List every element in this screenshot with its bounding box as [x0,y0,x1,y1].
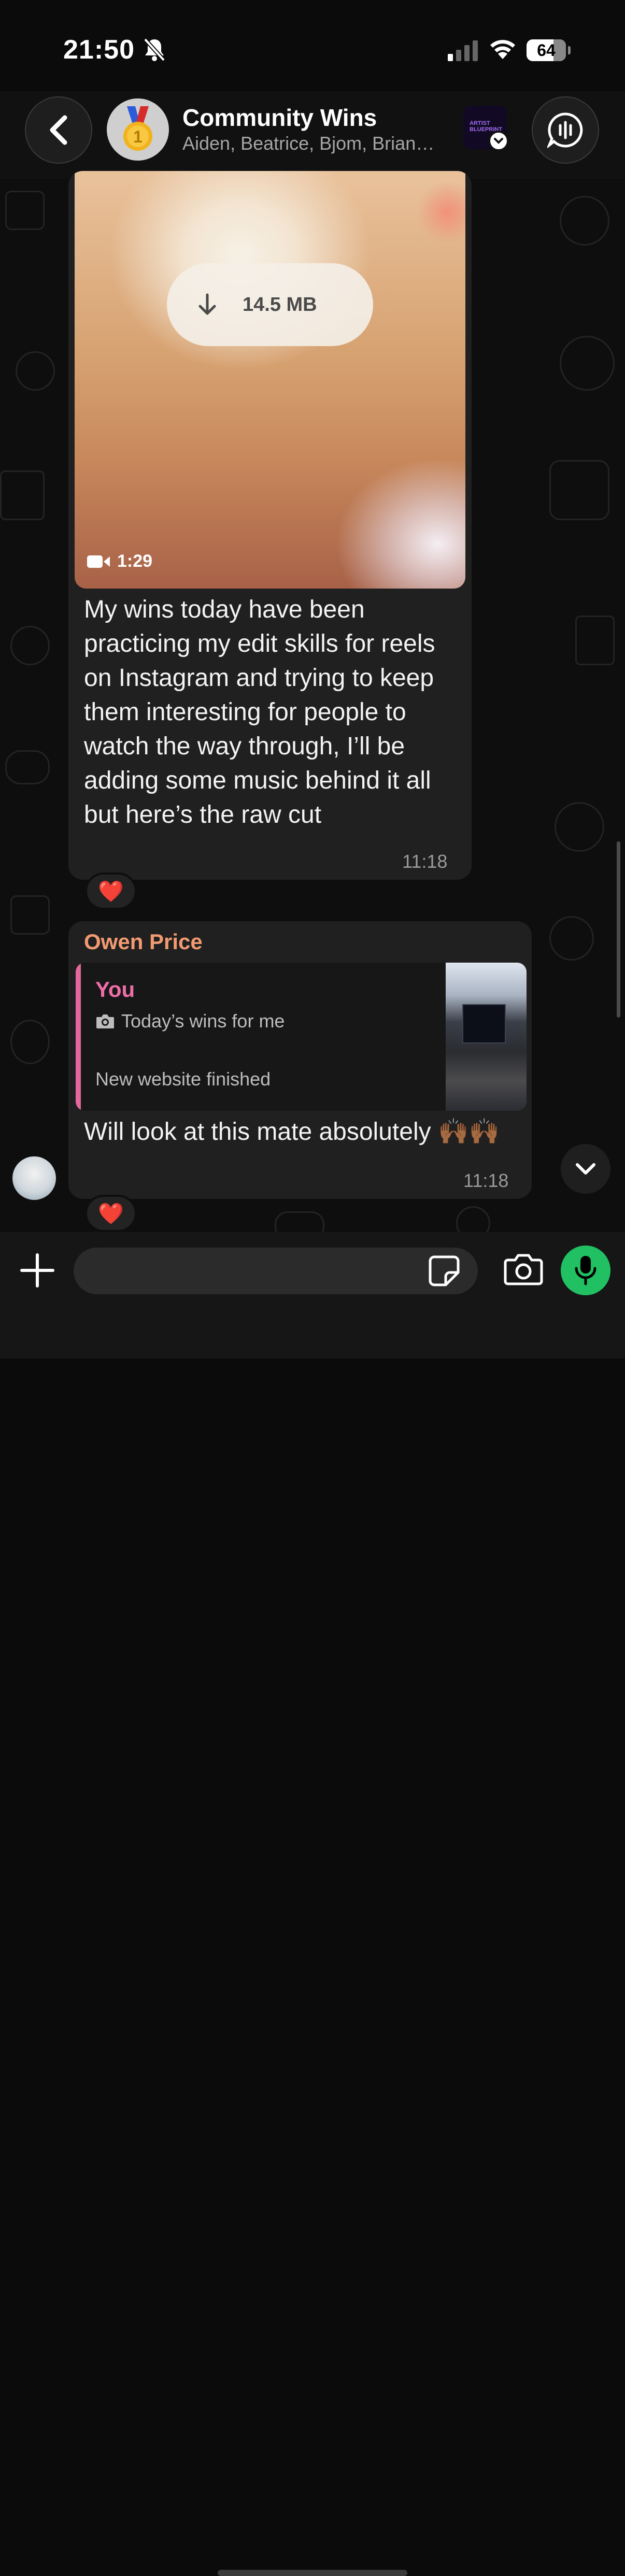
camera-icon [504,1254,543,1285]
muted-bell-icon [143,37,166,65]
video-meta: 1:29 [87,551,152,571]
battery-indicator: 64 [527,39,571,61]
sticker-button[interactable] [428,1255,460,1290]
chevron-down-icon [488,131,507,149]
medal-icon: 1 [123,106,152,151]
reaction-badge[interactable]: ❤️ [85,872,137,910]
message-text: Will look at this mate absolutely 🙌🏾🙌🏾 [84,1118,500,1146]
voice-chat-button[interactable] [532,96,599,164]
scroll-indicator[interactable] [617,841,620,1018]
message-text: My wins today have been practicing my ed… [84,596,435,828]
heart-reaction: ❤️ [98,880,124,903]
message-input[interactable] [74,1248,478,1294]
camera-button[interactable] [504,1253,543,1289]
chevron-down-icon [576,1163,595,1175]
sticker-icon [429,1255,460,1286]
quote-thumbnail [446,963,527,1111]
svg-text:1: 1 [133,127,143,146]
attach-button[interactable] [18,1248,57,1292]
back-chevron-icon [50,115,67,145]
quote-bar [76,963,81,1111]
back-button[interactable] [25,96,92,164]
quote-text: Today’s wins for me [121,1010,285,1032]
video-duration: 1:29 [117,551,153,571]
voice-chat-icon [547,112,583,148]
video-message-bubble[interactable]: 14.5 MB 1:29 My wins today have been pra… [68,171,472,880]
message-time: 11:18 [402,851,448,872]
scroll-down-button[interactable] [561,1144,610,1194]
home-indicator [218,2570,407,2576]
quote-line1: Today’s wins for me [95,1010,285,1032]
wifi-icon [489,38,516,63]
sender-name[interactable]: Owen Price [84,929,203,954]
reply-message-bubble[interactable]: Owen Price You Today’s wins for me New w… [68,921,532,1199]
status-time: 21:50 [63,35,135,65]
group-members[interactable]: Aiden, Beatrice, Bjom, Brian… [182,133,457,154]
sender-avatar[interactable] [12,1156,56,1200]
mic-icon [575,1256,596,1285]
video-camera-icon [87,555,110,568]
download-button[interactable]: 14.5 MB [167,263,373,346]
voice-record-button[interactable] [561,1246,610,1295]
reaction-badge[interactable]: ❤️ [85,1195,137,1232]
composer-bar [0,1232,625,2576]
quote-subtext: New website finished [95,1068,271,1090]
chat-header: 1 Community Wins Aiden, Beatrice, Bjom, … [0,91,625,179]
quote-author: You [95,977,135,1001]
quoted-message[interactable]: You Today’s wins for me New website fini… [76,963,527,1111]
video-thumbnail[interactable]: 14.5 MB 1:29 [75,171,465,589]
community-badge[interactable]: ARTIST BLUEPRINT [463,106,507,149]
cellular-signal-icon [448,40,478,64]
heart-reaction: ❤️ [98,1202,124,1225]
video-size: 14.5 MB [243,293,317,316]
download-arrow-icon [198,293,216,315]
group-avatar[interactable]: 1 [107,98,169,161]
status-bar: 21:50 64 [0,0,625,98]
group-title[interactable]: Community Wins [182,104,377,132]
plus-icon [20,1253,54,1287]
camera-icon [96,1014,114,1028]
message-time: 11:18 [463,1170,509,1191]
